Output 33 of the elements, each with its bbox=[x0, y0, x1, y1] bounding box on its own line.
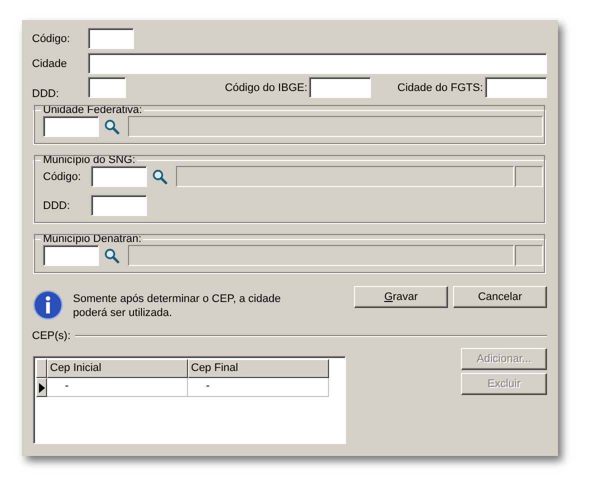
dialog-button[interactable]: Gravar bbox=[354, 286, 448, 308]
section-title: CEP(s): bbox=[32, 330, 70, 342]
column-header[interactable]: Cep Final bbox=[188, 359, 329, 378]
ddd-field[interactable] bbox=[88, 77, 126, 98]
search-icon[interactable] bbox=[104, 118, 120, 134]
group-title: Unidade Federativa: bbox=[42, 104, 144, 116]
search-icon[interactable] bbox=[152, 168, 168, 184]
table-cell: - bbox=[188, 378, 329, 397]
info-icon bbox=[33, 290, 63, 320]
state-code-field[interactable] bbox=[43, 116, 99, 137]
table-cell: - bbox=[47, 378, 188, 397]
column-header[interactable]: Cep Inicial bbox=[47, 359, 188, 378]
field-label: Código: bbox=[43, 170, 82, 182]
dialog-button[interactable]: Cancelar bbox=[453, 286, 547, 308]
sng-extra-field bbox=[515, 166, 543, 187]
sng-code-field[interactable] bbox=[91, 166, 147, 187]
code-field[interactable] bbox=[88, 28, 134, 49]
field-label: DDD: bbox=[43, 200, 71, 212]
field-label: Código do IBGE: bbox=[224, 82, 308, 94]
ibge-field[interactable] bbox=[309, 77, 372, 98]
denatran-extra-field bbox=[515, 245, 543, 266]
search-icon[interactable] bbox=[104, 248, 120, 264]
denatran-code-field[interactable] bbox=[43, 245, 99, 266]
info-message: Somente após determinar o CEP, a cidade poderá ser utilizada. bbox=[73, 292, 282, 320]
current-row-icon bbox=[38, 382, 44, 392]
city-field[interactable] bbox=[88, 53, 547, 74]
group-title: Município Denatran: bbox=[42, 233, 142, 245]
field-label: Cidade do FGTS: bbox=[397, 82, 483, 94]
sng-ddd-field[interactable] bbox=[91, 195, 147, 216]
field-label: Cidade bbox=[32, 58, 68, 70]
field-label: Código: bbox=[32, 32, 71, 44]
fgts-field[interactable] bbox=[485, 77, 547, 98]
field-label: DDD: bbox=[32, 88, 60, 100]
